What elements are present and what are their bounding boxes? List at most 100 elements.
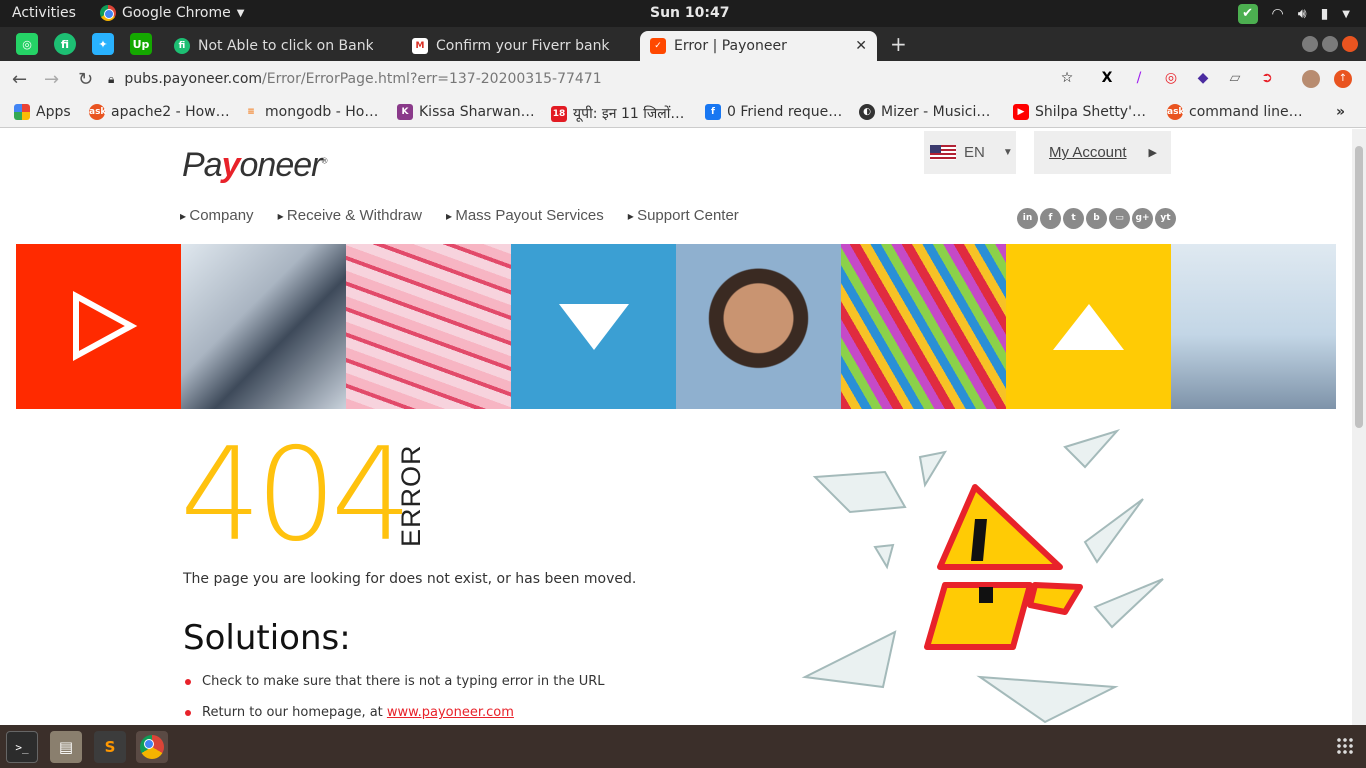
list-item: Return to our homepage, at www.payoneer.… bbox=[185, 705, 605, 720]
browser-tab-strip: ◎ fi ✦ Up fi Not Able to click on Bank M… bbox=[0, 27, 1366, 61]
extension-update-icon[interactable]: ↑ bbox=[1334, 70, 1352, 88]
mizer-icon: ◐ bbox=[859, 104, 875, 120]
reload-icon[interactable]: ↻ bbox=[78, 69, 93, 90]
dock: >_ ▤ S bbox=[0, 725, 1366, 768]
chat-icon[interactable]: ▭ bbox=[1109, 208, 1130, 229]
hero-banner bbox=[16, 244, 1336, 409]
pinned-tab-whatsapp[interactable]: ◎ bbox=[16, 33, 38, 55]
bookmark-command-line[interactable]: ask command line… bbox=[1167, 104, 1303, 120]
solutions-list: Check to make sure that there is not a t… bbox=[185, 674, 605, 725]
bookmarks-overflow-icon[interactable]: » bbox=[1336, 104, 1345, 120]
bookmark-mongodb[interactable]: ≡ mongodb - Ho… bbox=[243, 104, 378, 120]
error-code: 404 bbox=[180, 421, 412, 570]
youtube-icon: ▶ bbox=[1013, 104, 1029, 120]
tab-payoneer-error[interactable]: ✓ Error | Payoneer ✕ bbox=[640, 31, 877, 61]
bookmark-mizer[interactable]: ◐ Mizer - Musici… bbox=[859, 104, 990, 120]
update-check-icon[interactable]: ✔ bbox=[1237, 4, 1258, 24]
banner-photo-banknote bbox=[346, 244, 511, 409]
facebook-icon[interactable]: f bbox=[1040, 208, 1061, 229]
pinned-tab-upwork[interactable]: Up bbox=[130, 33, 152, 55]
linkedin-icon[interactable]: in bbox=[1017, 208, 1038, 229]
bookmark-youtube[interactable]: ▶ Shilpa Shetty'… bbox=[1013, 104, 1146, 120]
profile-avatar[interactable] bbox=[1302, 70, 1320, 88]
close-window-button[interactable] bbox=[1342, 36, 1358, 52]
app-menu[interactable]: Google Chrome ▼ bbox=[100, 5, 244, 21]
pinned-tab-freelancer[interactable]: ✦ bbox=[92, 33, 114, 55]
bookmark-news18[interactable]: 18 यूपी: इन 11 जिलों… bbox=[551, 104, 684, 123]
error-label: ERROR bbox=[396, 444, 426, 547]
language-selector[interactable]: EN ▼ bbox=[924, 131, 1016, 174]
apps-icon bbox=[14, 104, 30, 120]
maximize-button[interactable] bbox=[1322, 36, 1338, 52]
tab-label: Not Able to click on Bank bbox=[198, 38, 373, 54]
url-path: /Error/ErrorPage.html?err=137-20200315-7… bbox=[262, 71, 602, 87]
browser-toolbar: ← → ↻ 🔒︎ pubs.payoneer.com/Error/ErrorPa… bbox=[0, 61, 1366, 97]
fiverr-icon: fi bbox=[174, 38, 190, 54]
blog-icon[interactable]: b bbox=[1086, 208, 1107, 229]
show-applications-icon[interactable] bbox=[1336, 737, 1354, 755]
terminal-icon[interactable]: >_ bbox=[6, 731, 38, 763]
bookmark-kissa[interactable]: K Kissa Sharwan… bbox=[397, 104, 535, 120]
kissa-icon: K bbox=[397, 104, 413, 120]
activities-button[interactable]: Activities bbox=[12, 5, 76, 21]
twitter-icon[interactable]: t bbox=[1063, 208, 1084, 229]
banner-tile-down bbox=[511, 244, 676, 409]
close-tab-icon[interactable]: ✕ bbox=[855, 38, 867, 54]
scrollbar-thumb[interactable] bbox=[1355, 146, 1363, 428]
nav-receive-withdraw[interactable]: Receive & Withdraw bbox=[278, 207, 422, 224]
power-menu-icon[interactable]: ▼ bbox=[1342, 9, 1350, 20]
tab-label: Error | Payoneer bbox=[674, 38, 787, 54]
bookmark-star-icon[interactable]: ☆ bbox=[1058, 70, 1076, 88]
bookmark-facebook[interactable]: f0 Friend reque… bbox=[705, 104, 842, 120]
extension-diamond-icon[interactable]: ◆ bbox=[1194, 70, 1212, 88]
new-tab-button[interactable]: + bbox=[890, 32, 907, 56]
bookmark-apps[interactable]: Apps bbox=[14, 104, 71, 120]
extension-arrow-icon[interactable]: ➲ bbox=[1258, 70, 1276, 88]
tab-label: Confirm your Fiverr bank bbox=[436, 38, 610, 54]
my-account-button[interactable]: My Account ▶ bbox=[1034, 131, 1171, 174]
payoneer-icon: ✓ bbox=[650, 38, 666, 54]
us-flag-icon bbox=[930, 145, 956, 160]
homepage-link[interactable]: www.payoneer.com bbox=[387, 705, 514, 720]
nav-support-center[interactable]: Support Center bbox=[628, 207, 739, 224]
bookmark-apache2[interactable]: ask apache2 - How… bbox=[89, 104, 230, 120]
extension-swirl-icon[interactable]: ◎ bbox=[1162, 70, 1180, 88]
wifi-icon: ◠ bbox=[1271, 6, 1284, 22]
chevron-right-icon: ▶ bbox=[1148, 147, 1157, 159]
news18-icon: 18 bbox=[551, 105, 567, 122]
pinned-tab-fiverr[interactable]: fi bbox=[54, 33, 76, 55]
tab-gmail-confirm[interactable]: M Confirm your Fiverr bank bbox=[402, 31, 636, 61]
youtube-icon[interactable]: yt bbox=[1155, 208, 1176, 229]
google-plus-icon[interactable]: g+ bbox=[1132, 208, 1153, 229]
solutions-heading: Solutions: bbox=[183, 618, 351, 658]
fiverr-icon: fi bbox=[60, 37, 70, 51]
stackoverflow-icon: ≡ bbox=[247, 107, 255, 117]
chrome-icon bbox=[100, 5, 116, 21]
play-icon bbox=[73, 290, 138, 362]
system-top-bar: Activities Google Chrome ▼ Sun 10:47 ✔ ◠… bbox=[0, 0, 1366, 27]
payoneer-logo[interactable]: Payoneer® bbox=[182, 146, 327, 185]
minimize-button[interactable] bbox=[1302, 36, 1318, 52]
tab-fiverr-bank[interactable]: fi Not Able to click on Bank bbox=[164, 31, 396, 61]
nav-company[interactable]: Company bbox=[180, 207, 253, 224]
upwork-icon: Up bbox=[132, 37, 150, 51]
battery-icon: ▮ bbox=[1320, 6, 1329, 22]
volume-icon: 🔊︎ bbox=[1297, 6, 1307, 22]
forward-icon[interactable]: → bbox=[44, 69, 59, 90]
address-bar[interactable]: 🔒︎ pubs.payoneer.com/Error/ErrorPage.htm… bbox=[108, 66, 1048, 92]
nav-mass-payout[interactable]: Mass Payout Services bbox=[446, 207, 603, 224]
chrome-icon[interactable] bbox=[136, 731, 168, 763]
language-label: EN bbox=[964, 144, 985, 161]
extension-pen-icon[interactable]: / bbox=[1130, 70, 1148, 88]
extension-eraser-icon[interactable]: ▱ bbox=[1226, 70, 1244, 88]
system-tray[interactable]: ✔ ◠ 🔊︎ ▮ ▼ bbox=[1237, 4, 1350, 24]
gmail-icon: M bbox=[412, 38, 428, 54]
window-controls bbox=[1302, 36, 1358, 52]
clock[interactable]: Sun 10:47 bbox=[650, 5, 729, 21]
chevron-down-icon: ▼ bbox=[1002, 147, 1013, 158]
extension-x-icon[interactable]: X bbox=[1098, 70, 1116, 88]
page-scrollbar[interactable] bbox=[1352, 129, 1366, 725]
archive-manager-icon[interactable]: ▤ bbox=[50, 731, 82, 763]
sublime-text-icon[interactable]: S bbox=[94, 731, 126, 763]
back-icon[interactable]: ← bbox=[12, 69, 27, 90]
